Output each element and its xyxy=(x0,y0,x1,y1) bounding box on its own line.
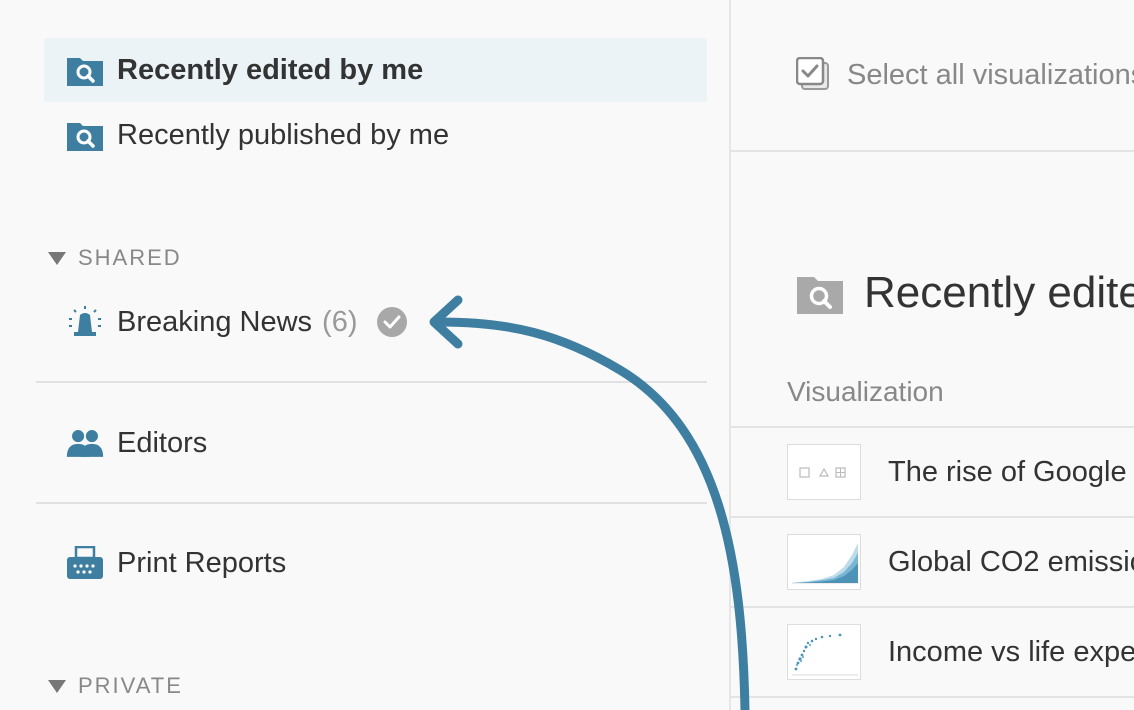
checkbox-multi-icon xyxy=(795,56,832,93)
sidebar-item-print-reports[interactable]: Print Reports xyxy=(44,531,707,595)
sidebar-item-label: Editors xyxy=(117,426,208,459)
select-all-label: Select all visualizations xyxy=(847,58,1134,91)
sidebar-item-label: Recently edited by me xyxy=(117,53,424,86)
sidebar-item-label: Recently published by me xyxy=(117,118,450,151)
table-row[interactable]: Global CO2 emissions xyxy=(731,516,1134,606)
sidebar: Recently edited by me Recently published… xyxy=(0,0,730,710)
divider xyxy=(731,150,1134,152)
placeholder-thumb xyxy=(787,444,861,500)
section-toggle-shared[interactable]: SHARED xyxy=(48,245,182,271)
divider xyxy=(36,502,707,504)
row-title: Global CO2 emissions xyxy=(888,545,1134,578)
area-chart-thumb xyxy=(787,534,861,590)
sidebar-item-recently-published[interactable]: Recently published by me xyxy=(44,103,707,167)
triangle-down-icon xyxy=(48,679,66,693)
sidebar-item-recently-edited[interactable]: Recently edited by me xyxy=(44,38,707,102)
section-label: PRIVATE xyxy=(78,673,183,698)
row-title: The rise of Google xyxy=(888,455,1127,488)
folder-search-icon xyxy=(796,271,844,315)
sidebar-item-label: Breaking News xyxy=(117,305,313,338)
divider xyxy=(731,696,1134,698)
siren-icon xyxy=(66,305,104,339)
folder-search-icon xyxy=(66,118,104,152)
row-title: Income vs life expectancy xyxy=(888,635,1134,668)
item-count: (6) xyxy=(322,305,358,338)
section-toggle-private[interactable]: PRIVATE xyxy=(48,673,183,699)
table-row[interactable]: The rise of Google xyxy=(731,426,1134,516)
page-title-text: Recently edited by me xyxy=(864,268,1134,317)
page-title: Recently edited by me xyxy=(796,268,1134,318)
check-badge-icon xyxy=(377,307,408,337)
triangle-down-icon xyxy=(48,251,66,265)
scatter-thumb xyxy=(787,624,861,680)
printer-icon xyxy=(66,546,104,580)
divider xyxy=(36,381,707,383)
sidebar-item-editors[interactable]: Editors xyxy=(44,411,707,475)
users-icon xyxy=(66,426,104,460)
column-header-visualization[interactable]: Visualization xyxy=(787,376,944,408)
main-panel: Select all visualizations Recently edite… xyxy=(731,0,1134,710)
sidebar-item-breaking-news[interactable]: Breaking News (6) xyxy=(44,290,707,354)
select-all-checkbox[interactable]: Select all visualizations xyxy=(795,56,1134,93)
sidebar-item-label: Print Reports xyxy=(117,546,287,579)
table-row[interactable]: Income vs life expectancy xyxy=(731,606,1134,696)
section-label: SHARED xyxy=(78,245,182,270)
folder-search-icon xyxy=(66,53,104,87)
